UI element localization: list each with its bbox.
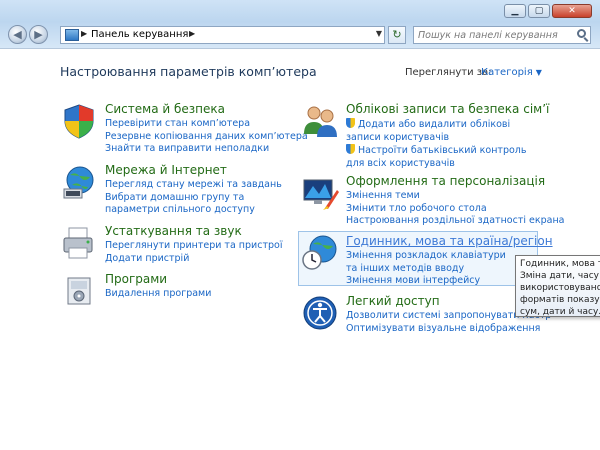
ease-of-access-icon — [303, 296, 337, 330]
view-by-label: Переглянути за: — [405, 67, 492, 78]
category-links: Перегляд стану мережі та завдань Вибрати… — [105, 179, 282, 217]
search-box[interactable] — [413, 26, 591, 44]
tooltip-line: Годинник, мова та к — [520, 259, 600, 269]
users-icon — [304, 106, 337, 137]
programs-icon — [67, 277, 91, 305]
category-title[interactable]: Оформлення та персоналізація — [346, 174, 545, 188]
minimize-button[interactable]: ▁ — [504, 4, 526, 18]
link-network-status[interactable]: Перегляд стану мережі та завдань — [105, 179, 282, 192]
address-dropdown-icon[interactable]: ▼ — [376, 29, 382, 38]
category-links: Змінення теми Змінити тло робочого стола… — [346, 190, 564, 228]
breadcrumb-chevron-icon[interactable]: ▶ — [189, 29, 195, 38]
printer-icon — [63, 227, 93, 259]
control-panel-icon — [65, 29, 79, 41]
forward-arrow-icon: ▶ — [34, 28, 43, 41]
category-title[interactable]: Програми — [105, 272, 167, 286]
link-add-remove-accounts[interactable]: Додати або видалити облікові записи кори… — [346, 118, 536, 144]
link-homegroup-sharing[interactable]: Вибрати домашню групу та параметри спіль… — [105, 192, 280, 217]
category-title[interactable]: Легкий доступ — [346, 294, 440, 308]
back-arrow-icon: ◀ — [13, 28, 22, 41]
address-chevron-icon[interactable]: ▶ — [81, 29, 87, 38]
category-title[interactable]: Система й безпека — [105, 102, 225, 116]
shield-icon — [64, 104, 94, 139]
link-add-device[interactable]: Додати пристрій — [105, 253, 282, 266]
title-bar: ▁ ▢ ✕ — [0, 0, 600, 22]
link-change-keyboards[interactable]: Змінення розкладок клавіатури та інших м… — [346, 250, 511, 275]
link-adjust-screen-resolution[interactable]: Настроювання роздільної здатності екрана — [346, 215, 564, 228]
link-optimize-visual-display[interactable]: Оптимізувати візуальне відображення — [346, 323, 551, 336]
breadcrumb-control-panel[interactable]: Панель керування — [91, 29, 188, 40]
link-troubleshoot[interactable]: Знайти та виправити неполадки — [105, 143, 308, 156]
link-view-printers-devices[interactable]: Переглянути принтери та пристрої — [105, 240, 282, 253]
appearance-icon — [303, 179, 339, 210]
network-globe-icon — [63, 166, 94, 199]
link-change-display-language[interactable]: Змінення мови інтерфейсу — [346, 275, 511, 288]
category-title[interactable]: Мережа й Інтернет — [105, 163, 227, 177]
tooltip-line: Зміна дати, часу й ч — [520, 271, 600, 281]
link-change-theme[interactable]: Змінення теми — [346, 190, 564, 203]
link-uninstall-program[interactable]: Видалення програми — [105, 288, 211, 301]
maximize-button[interactable]: ▢ — [528, 4, 550, 18]
category-title[interactable]: Устаткування та звук — [105, 224, 242, 238]
refresh-icon: ↻ — [392, 28, 402, 41]
category-links: Перевірити стан комп’ютера Резервне копі… — [105, 118, 308, 156]
link-change-desktop-background[interactable]: Змінити тло робочого стола — [346, 203, 564, 216]
category-title[interactable]: Годинник, мова та країна/регіон — [346, 234, 553, 248]
search-icon[interactable] — [577, 29, 586, 38]
close-button[interactable]: ✕ — [552, 4, 592, 18]
link-backup[interactable]: Резервне копіювання даних комп’ютера — [105, 131, 308, 144]
tooltip-line: використовуваної м — [520, 283, 600, 293]
tooltip-line: сум, дати й часу. — [520, 307, 600, 317]
globe-clock-icon — [302, 235, 337, 270]
back-button[interactable]: ◀ — [8, 25, 27, 44]
forward-button[interactable]: ▶ — [29, 25, 48, 44]
category-links: Переглянути принтери та пристрої Додати … — [105, 240, 282, 265]
view-by-value[interactable]: Категорія — [481, 67, 533, 78]
control-panel-window: ▁ ▢ ✕ ◀ ▶ ▶ Панель керування ▶ ▼ ↻ Настр… — [0, 0, 600, 450]
tooltip-line: форматів показу чи — [520, 295, 600, 305]
link-check-computer-status[interactable]: Перевірити стан комп’ютера — [105, 118, 308, 131]
window-controls: ▁ ▢ ✕ — [502, 4, 592, 18]
page-title: Настроювання параметрів комп’ютера — [60, 64, 317, 79]
category-title[interactable]: Облікові записи та безпека сім’ї — [346, 102, 549, 116]
main-content: Настроювання параметрів комп’ютера Перег… — [0, 48, 600, 450]
navigation-bar: ◀ ▶ ▶ Панель керування ▶ ▼ ↻ — [0, 22, 600, 48]
address-bar[interactable]: ▶ Панель керування ▶ ▼ — [60, 26, 385, 44]
link-parental-controls[interactable]: Настроїти батьківський контроль для всіх… — [346, 144, 536, 170]
dropdown-arrow-icon: ▼ — [535, 68, 542, 77]
category-links: Змінення розкладок клавіатури та інших м… — [346, 250, 511, 288]
category-links: Додати або видалити облікові записи кори… — [346, 118, 536, 170]
uac-shield-icon — [346, 118, 355, 128]
uac-shield-icon — [346, 144, 355, 154]
tooltip: Годинник, мова та к Зміна дати, часу й ч… — [515, 255, 600, 317]
refresh-button[interactable]: ↻ — [388, 26, 406, 44]
category-links: Видалення програми — [105, 288, 211, 301]
search-input[interactable] — [416, 28, 570, 42]
view-by-dropdown[interactable]: Категорія ▼ — [481, 67, 542, 78]
